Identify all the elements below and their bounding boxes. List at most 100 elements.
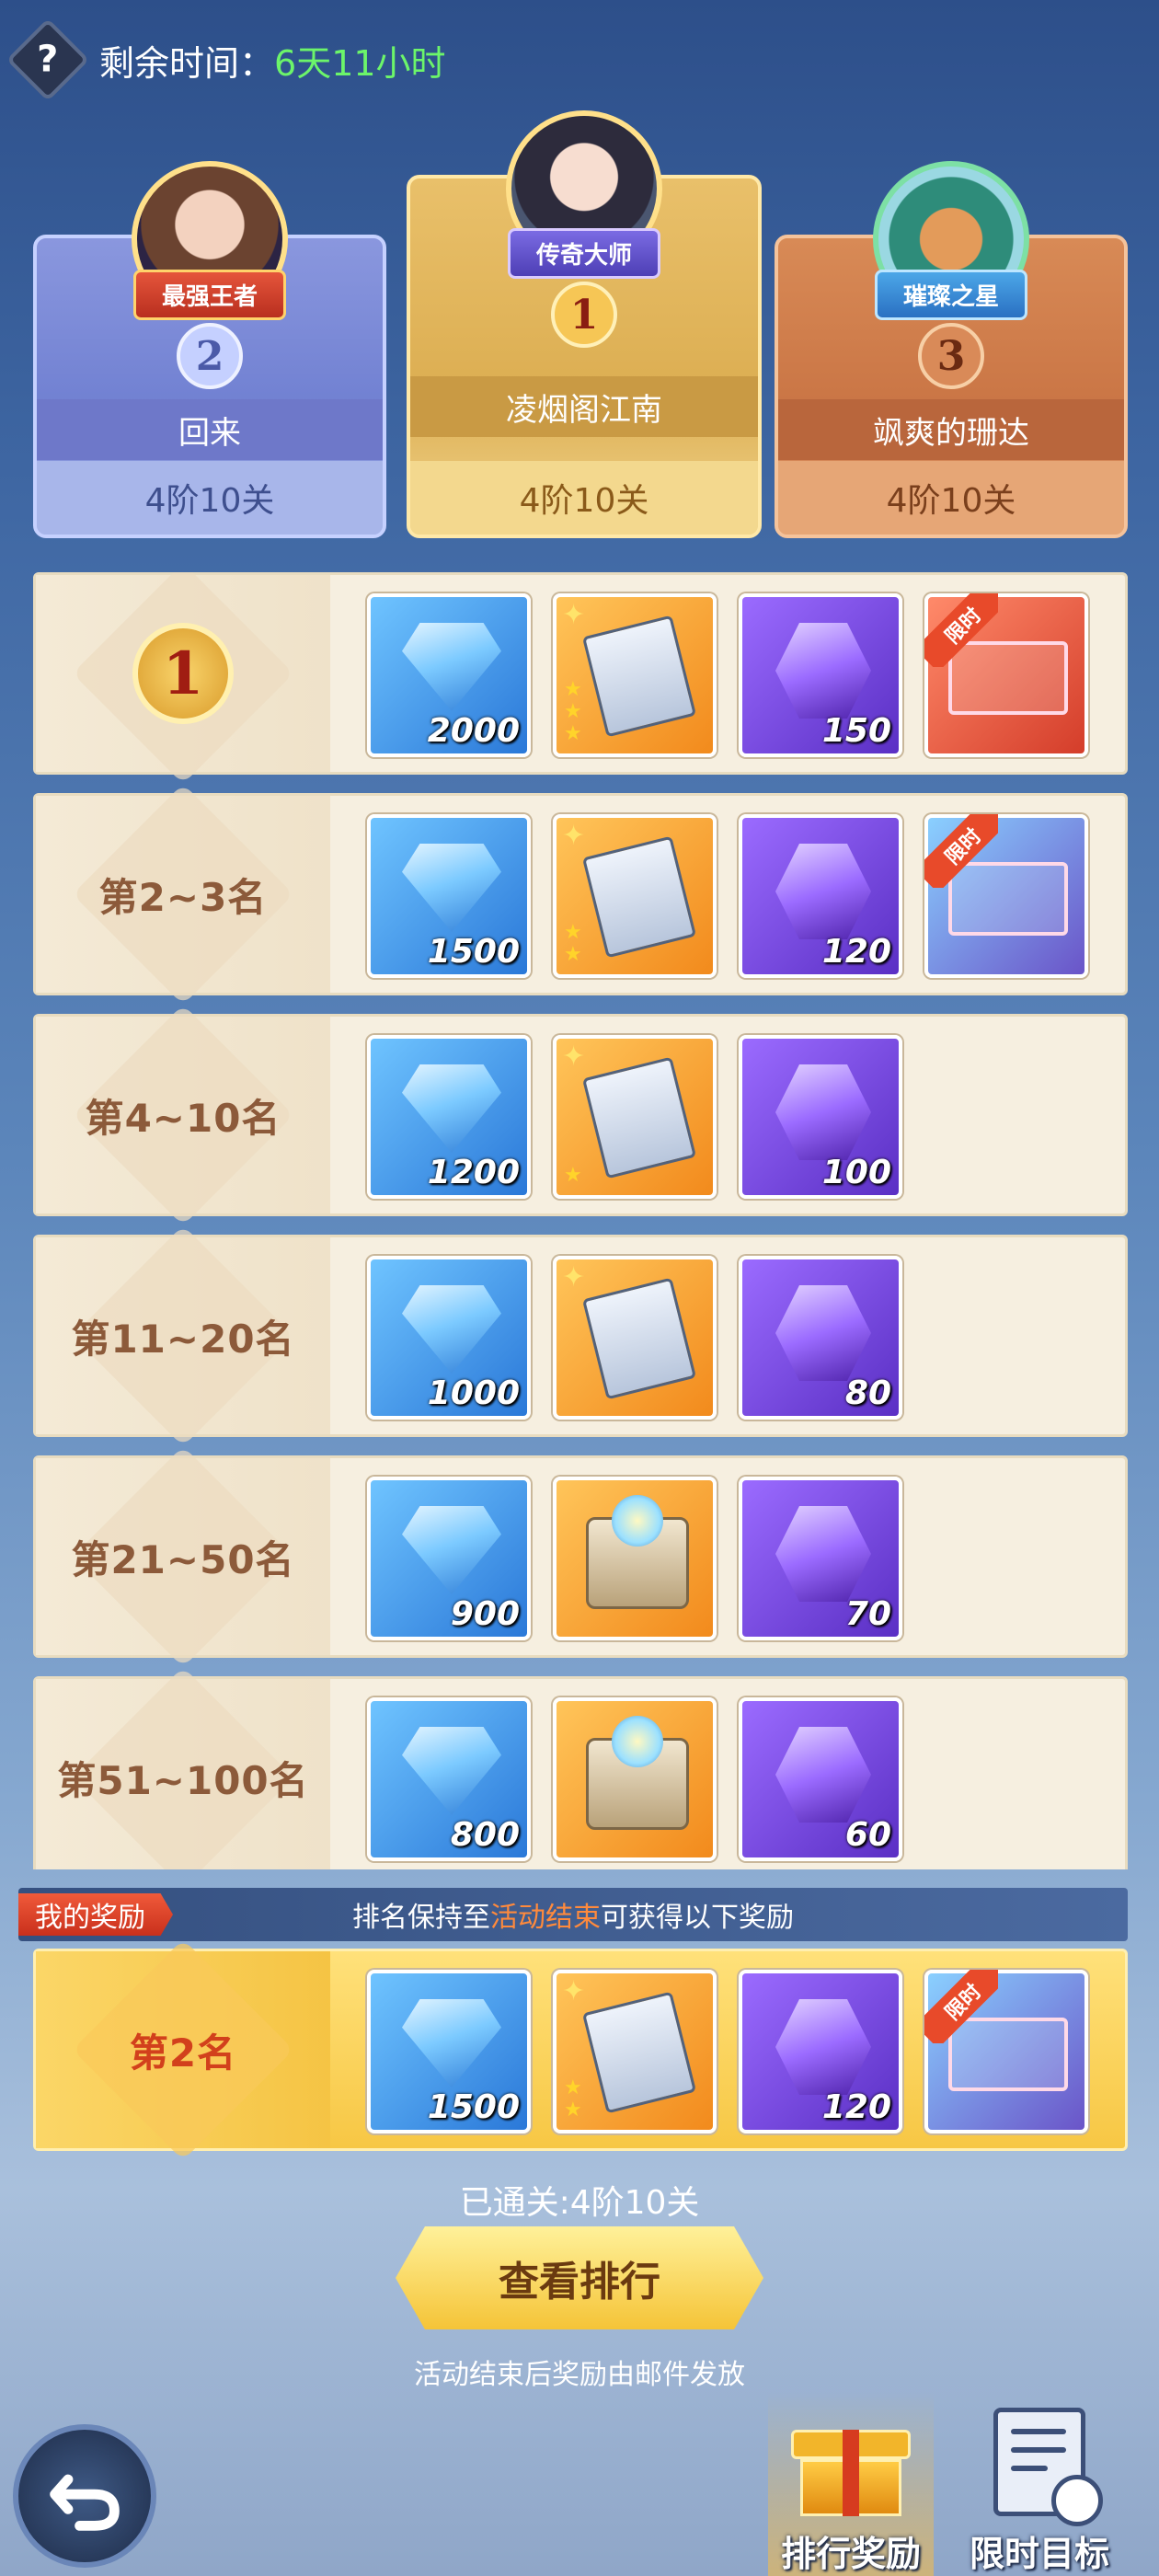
player-name: 飒爽的珊达 — [778, 399, 1124, 460]
rank-label: 第51~100名 — [57, 1757, 309, 1803]
title-ribbon: 传奇大师 — [507, 228, 661, 279]
tab-label: 限时目标 — [969, 2534, 1109, 2574]
rank-label: 第2~3名 — [98, 874, 268, 920]
reward-row-rank-21-50: 第21~50名 900 70 — [33, 1445, 1128, 1668]
back-arrow-icon — [50, 2474, 120, 2531]
purple-gem-icon — [775, 844, 871, 939]
my-reward-header: 我的奖励 排名保持至活动结束可获得以下奖励 — [18, 1888, 1128, 1941]
reward-row-rank-4-10: 第4~10名 1200 ✦ ★ 100 — [33, 1004, 1128, 1226]
rank-cell: 第2~3名 — [36, 783, 330, 1006]
passed-progress: 已通关:4阶10关 — [459, 2184, 700, 2222]
orb-icon — [612, 1495, 663, 1547]
scroll-item[interactable]: ✦ ★ ★ — [553, 814, 717, 978]
top-bar: ? 剩余时间：6天11小时 — [6, 17, 446, 102]
scroll-icon — [581, 1991, 697, 2114]
diamond-item[interactable]: 1500 — [367, 814, 531, 978]
orb-icon — [612, 1716, 663, 1767]
document-clock-icon — [993, 2408, 1103, 2526]
player-stage: 4阶10关 — [37, 461, 383, 535]
scroll-item[interactable]: ✦ — [553, 1256, 717, 1420]
rank-cell: 第2名 — [36, 1938, 330, 2161]
purple-gem-item[interactable]: 150 — [739, 593, 902, 757]
purple-gem-icon — [775, 1064, 871, 1160]
reward-row-rank-11-20: 第11~20名 1000 ✦ 80 — [33, 1225, 1128, 1447]
diamond-item[interactable]: 800 — [367, 1697, 531, 1861]
diamond-item[interactable]: 900 — [367, 1477, 531, 1640]
reward-row-rank-51-100: 第51~100名 800 60 — [33, 1666, 1128, 1869]
my-reward-message: 排名保持至活动结束可获得以下奖励 — [352, 1902, 794, 1934]
reward-list[interactable]: 1 2000 ✦ ★ ★ ★ 150 限时 第2~3名 1500 ✦ ★ ★ 120 限时… — [33, 572, 1128, 1869]
tab-ranking-rewards[interactable]: 排行奖励 — [768, 2392, 934, 2576]
podium-rank-2[interactable]: 回来 4阶10关 最强王者 2 — [33, 161, 386, 538]
purple-gem-icon — [775, 1999, 871, 2095]
rank-cell: 1 — [36, 572, 330, 785]
limited-frame-item[interactable]: 限时 — [924, 814, 1088, 978]
player-stage: 4阶10关 — [778, 461, 1124, 535]
orb-chest-item[interactable] — [553, 1697, 717, 1861]
purple-gem-icon — [775, 623, 871, 719]
purple-gem-item[interactable]: 120 — [739, 814, 902, 978]
limited-badge: 限时 — [924, 593, 998, 667]
player-name: 凌烟阁江南 — [410, 376, 758, 437]
purple-gem-item[interactable]: 80 — [739, 1256, 902, 1420]
rank-label: 第21~50名 — [71, 1536, 295, 1582]
my-reward-row: 第2名 1500 ✦ ★ ★ 120 限时 — [33, 1938, 1128, 2161]
scroll-item[interactable]: ✦ ★ — [553, 1035, 717, 1199]
diamond-icon — [402, 623, 501, 711]
purple-gem-item[interactable]: 70 — [739, 1477, 902, 1640]
rank-medal-icon: 1 — [551, 282, 617, 348]
diamond-icon — [402, 844, 501, 932]
mail-note: 活动结束后奖励由邮件发放 — [414, 2359, 745, 2391]
diamond-item[interactable]: 1500 — [367, 1970, 531, 2133]
scroll-item[interactable]: ✦ ★ ★ ★ — [553, 593, 717, 757]
diamond-icon — [402, 1285, 501, 1374]
diamond-item[interactable]: 1000 — [367, 1256, 531, 1420]
podium-rank-1[interactable]: 凌烟阁江南 4阶10关 传奇大师 1 — [407, 110, 762, 538]
question-icon: ? — [37, 38, 59, 81]
tab-timed-targets[interactable]: 限时目标 — [957, 2392, 1122, 2576]
rank-cell: 第51~100名 — [36, 1666, 330, 1869]
scroll-item[interactable]: ✦ ★ ★ — [553, 1970, 717, 2133]
purple-gem-icon — [775, 1727, 871, 1823]
purple-gem-icon — [775, 1285, 871, 1381]
remaining-time-value: 6天11小时 — [274, 42, 446, 84]
diamond-item[interactable]: 2000 — [367, 593, 531, 757]
help-button[interactable]: ? — [6, 17, 90, 102]
gift-icon — [791, 2408, 911, 2518]
diamond-icon — [402, 1999, 501, 2087]
rank-medal-icon: 3 — [918, 323, 984, 389]
scroll-icon — [581, 835, 697, 959]
diamond-icon — [402, 1727, 501, 1815]
rank-label: 第4~10名 — [85, 1095, 281, 1141]
rank-cell: 第21~50名 — [36, 1445, 330, 1668]
reward-row-rank-1: 1 2000 ✦ ★ ★ ★ 150 限时 — [33, 572, 1128, 785]
rank-cell: 第11~20名 — [36, 1225, 330, 1447]
purple-gem-item[interactable]: 120 — [739, 1970, 902, 2133]
limited-frame-item[interactable]: 限时 — [924, 593, 1088, 757]
rank-1-medal-icon: 1 — [132, 623, 234, 724]
rank-cell: 第4~10名 — [36, 1004, 330, 1226]
player-name: 回来 — [37, 399, 383, 460]
title-ribbon: 最强王者 — [132, 270, 287, 320]
back-button[interactable] — [13, 2424, 156, 2568]
player-stage: 4阶10关 — [410, 461, 758, 535]
diamond-icon — [402, 1064, 501, 1153]
diamond-item[interactable]: 1200 — [367, 1035, 531, 1199]
scroll-icon — [581, 615, 697, 738]
diamond-icon — [402, 1506, 501, 1594]
rank-label: 第11~20名 — [71, 1316, 295, 1362]
purple-gem-item[interactable]: 100 — [739, 1035, 902, 1199]
remaining-time: 剩余时间：6天11小时 — [99, 42, 446, 84]
view-ranking-button[interactable]: 查看排行 — [396, 2226, 763, 2329]
rank-medal-icon: 2 — [177, 323, 243, 389]
purple-gem-item[interactable]: 60 — [739, 1697, 902, 1861]
scroll-icon — [581, 1277, 697, 1400]
orb-chest-item[interactable] — [553, 1477, 717, 1640]
my-rank-label: 第2名 — [129, 2030, 237, 2076]
tab-label: 排行奖励 — [780, 2534, 921, 2574]
limited-frame-item[interactable]: 限时 — [924, 1970, 1088, 2133]
limited-badge: 限时 — [924, 814, 998, 888]
reward-row-rank-2-3: 第2~3名 1500 ✦ ★ ★ 120 限时 — [33, 783, 1128, 1006]
podium-rank-3[interactable]: 飒爽的珊达 4阶10关 璀璨之星 3 — [775, 161, 1128, 538]
limited-badge: 限时 — [924, 1970, 998, 2043]
